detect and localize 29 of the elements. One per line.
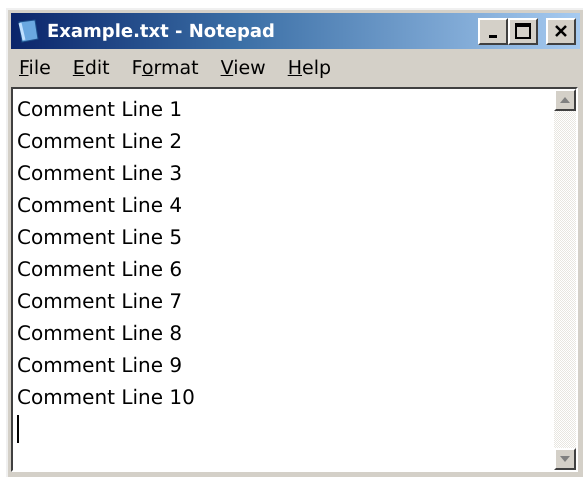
text-line: Comment Line 1: [17, 96, 184, 123]
minimize-button[interactable]: [478, 18, 508, 44]
menu-item[interactable]: Edit: [72, 54, 110, 82]
text-line: Comment Line 5: [17, 224, 184, 251]
menu-item[interactable]: Format: [132, 54, 199, 82]
maximize-icon: [515, 23, 531, 39]
text-area[interactable]: Comment Line 1 Comment Line 2 Comment Line 3 Comment Line 4 Comment Line 5 Comment Line 6 Comment Line 7 Comment Line 8 Comment Line 9 Comment Line 10: [11, 87, 578, 472]
text-cursor: [17, 415, 19, 443]
text-line: Comment Line 2: [17, 128, 184, 155]
down-arrow-icon: [560, 456, 570, 462]
scroll-down-button[interactable]: [554, 448, 576, 470]
text-line: Comment Line 10: [17, 384, 196, 411]
menu-item[interactable]: Help: [288, 54, 332, 82]
close-button[interactable]: [546, 18, 576, 44]
vertical-scrollbar[interactable]: [554, 89, 576, 470]
scroll-up-button[interactable]: [554, 89, 576, 111]
window-title: Example.txt - Notepad: [47, 20, 276, 44]
text-line: Comment Line 7: [17, 288, 184, 315]
close-icon: [554, 24, 568, 38]
text-line: Comment Line 3: [17, 160, 184, 187]
up-arrow-icon: [560, 97, 570, 103]
text-line: Comment Line 4: [17, 192, 184, 219]
menu-item[interactable]: File: [19, 54, 51, 82]
menu-item[interactable]: View: [220, 54, 266, 82]
text-line: Comment Line 6: [17, 256, 184, 283]
maximize-button[interactable]: [508, 18, 538, 44]
minimize-icon: [489, 34, 497, 38]
text-line: Comment Line 9: [17, 352, 184, 379]
text-line: Comment Line 8: [17, 320, 184, 347]
